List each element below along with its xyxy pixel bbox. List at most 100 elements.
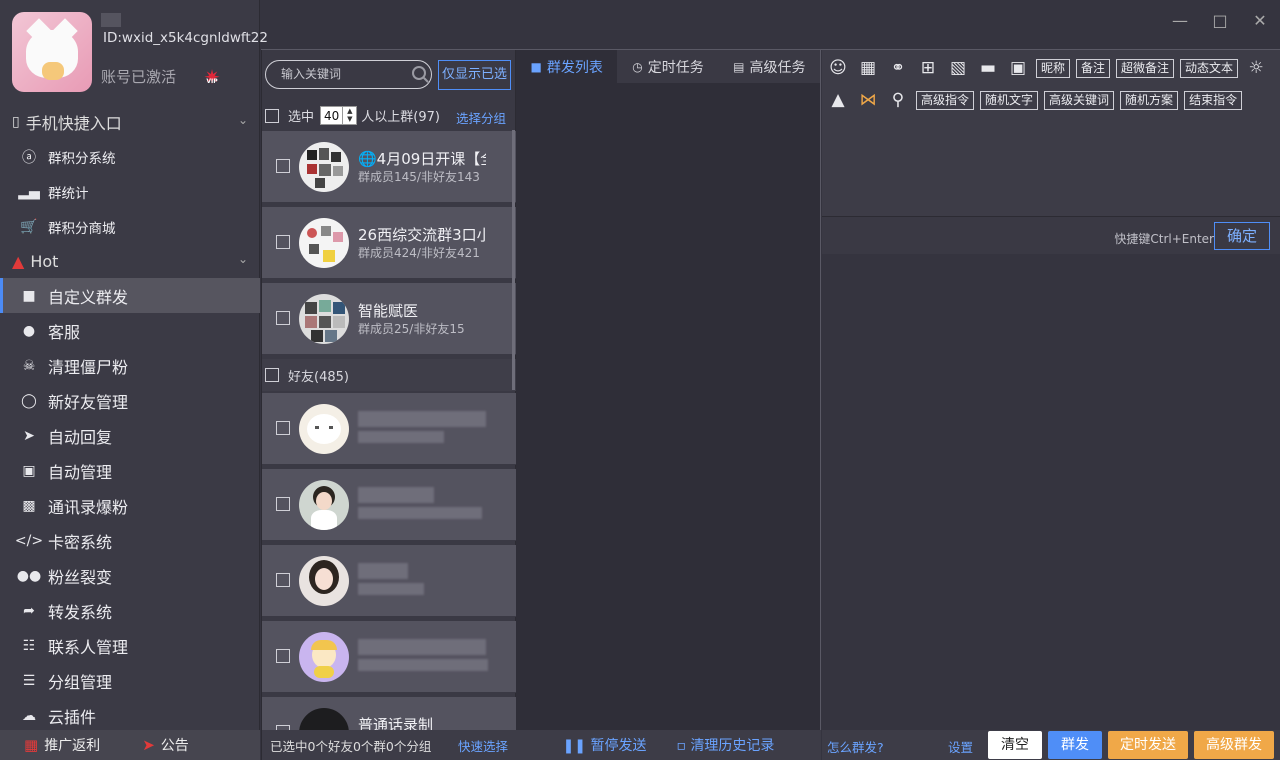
list-item[interactable] — [262, 621, 517, 693]
code-icon: </> — [14, 532, 44, 549]
bowtie-icon[interactable]: ⋈ — [856, 89, 880, 111]
sidebar-item-group-manage[interactable]: ☰ 分组管理 — [0, 663, 260, 698]
dynamic-text-button[interactable]: 动态文本 — [1180, 58, 1239, 78]
link-icon[interactable]: ⚭ — [886, 57, 910, 79]
emoji-icon[interactable]: ☺ — [826, 57, 850, 79]
friends-select-all-checkbox[interactable] — [265, 368, 279, 382]
close-icon[interactable]: ✕ — [1240, 0, 1280, 40]
image-icon[interactable]: ▦ — [856, 57, 880, 79]
end-command-button[interactable]: 结束指令 — [1184, 90, 1243, 110]
list-item[interactable]: 🌐4月09日开课【全 群成员145/非好友143 — [262, 131, 517, 203]
contact-checkbox[interactable] — [276, 421, 290, 435]
tab-broadcast-list[interactable]: ■ 群发列表 — [516, 50, 618, 83]
how-to-broadcast-link[interactable]: 怎么群发? — [827, 737, 884, 756]
sidebar-item-points-mall[interactable]: 🛒 群积分商城 — [0, 209, 260, 244]
message-textarea[interactable] — [822, 118, 1280, 216]
sidebar-item-group-stats[interactable]: ▂▄ 群统计 — [0, 174, 260, 209]
sidebar-item-forward[interactable]: ➦ 转发系统 — [0, 593, 260, 628]
list-item[interactable]: 普通话录制 — [262, 697, 517, 731]
sidebar-item-fan-fission[interactable]: ●● 粉丝裂变 — [0, 558, 260, 593]
editor-footer: 怎么群发? 设置 清空 群发 定时发送 高级群发 — [822, 730, 1280, 760]
super-remark-button[interactable]: 超微备注 — [1116, 58, 1175, 78]
tab-advanced-tasks[interactable]: ▤ 高级任务 — [719, 50, 820, 83]
add-file-icon[interactable]: ⊞ — [916, 57, 940, 79]
timed-send-button[interactable]: 定时发送 — [1108, 731, 1188, 759]
clear-button[interactable]: 清空 — [988, 731, 1042, 759]
contacts-scrollbar[interactable] — [512, 130, 515, 390]
stepper-arrows-icon[interactable]: ▲ ▼ — [342, 107, 356, 124]
notice-link[interactable]: ➤ 公告 — [142, 735, 189, 755]
editor-toolbar: ☺ ▦ ⚭ ⊞ ▧ ▬ ▣ 昵称 备注 超微备注 动态文本 ☼ ▲ ⋈ ⚲ 高级… — [822, 50, 1280, 118]
sidebar-item-contact-manage[interactable]: ☷ 联系人管理 — [0, 628, 260, 663]
sidebar-item-new-friends[interactable]: ◯ 新好友管理 — [0, 383, 260, 418]
sidebar-item-auto-manage[interactable]: ▣ 自动管理 — [0, 453, 260, 488]
list-item[interactable]: 智能赋医 群成员25/非好友15 — [262, 283, 517, 355]
pause-icon: ❚❚ — [562, 738, 587, 754]
group-members: 群成员25/非好友15 — [358, 322, 465, 336]
card-icon[interactable]: ▬ — [976, 57, 1000, 79]
minimize-icon[interactable]: — — [1160, 0, 1200, 40]
list-icon: ☰ — [22, 672, 36, 689]
tab-scheduled-tasks[interactable]: ◷ 定时任务 — [617, 50, 718, 83]
section-mobile-shortcuts[interactable]: ▯ 手机快捷入口 ⌄ — [0, 105, 260, 139]
confirm-button[interactable]: 确定 — [1214, 222, 1270, 250]
select-threshold-checkbox[interactable] — [265, 108, 279, 123]
maximize-icon[interactable]: □ — [1200, 0, 1240, 40]
search-input[interactable]: 输入关键词 — [265, 60, 432, 89]
sidebar-item-cloud-plugin[interactable]: ☁ 云插件 — [0, 698, 260, 733]
contact-share-icon[interactable]: ▣ — [1006, 57, 1030, 79]
sidebar-item-customer-service[interactable]: ● 客服 — [0, 313, 260, 348]
advanced-broadcast-button[interactable]: 高级群发 — [1194, 731, 1274, 759]
member-threshold-stepper[interactable]: 40 ▲ ▼ — [320, 106, 358, 125]
advanced-command-button[interactable]: 高级指令 — [916, 90, 975, 110]
cube-icon[interactable]: ▲ — [826, 89, 850, 111]
list-item[interactable]: 26西综交流群3口小 群成员424/非好友421 — [262, 207, 517, 279]
sidebar-item-auto-reply[interactable]: ➤ 自动回复 — [0, 418, 260, 453]
broadcast-button[interactable]: 群发 — [1048, 731, 1102, 759]
clear-history-button[interactable]: ▫ 清理历史记录 — [676, 735, 774, 755]
list-item[interactable] — [262, 545, 517, 617]
cloud-icon: ☁ — [22, 707, 36, 724]
chevron-down-icon: ⌄ — [237, 113, 248, 127]
location-pin-icon[interactable]: ⚲ — [886, 89, 910, 111]
friends-section-header[interactable]: 好友(485) — [262, 359, 517, 391]
contact-checkbox[interactable] — [276, 311, 290, 325]
contact-checkbox[interactable] — [276, 235, 290, 249]
group-avatar — [299, 142, 349, 192]
remark-button[interactable]: 备注 — [1076, 58, 1111, 78]
account-id: ID:wxid_x5k4cgnldwft22 — [103, 30, 268, 46]
share-icon: ➦ — [23, 602, 35, 619]
sidebar-item-card-key[interactable]: </> 卡密系统 — [0, 523, 260, 558]
contact-checkbox[interactable] — [276, 159, 290, 173]
redacted-info — [358, 431, 444, 443]
contact-checkbox[interactable] — [276, 649, 290, 663]
sidebar-item-group-points[interactable]: ⓐ 群积分系统 — [0, 139, 260, 174]
advanced-keyword-button[interactable]: 高级关键词 — [1044, 90, 1115, 110]
only-selected-button[interactable]: 仅显示已选 — [438, 60, 511, 90]
sidebar-item-address-book[interactable]: ▩ 通讯录爆粉 — [0, 488, 260, 523]
random-plan-button[interactable]: 随机方案 — [1120, 90, 1179, 110]
avatar[interactable] — [12, 12, 92, 92]
account-name-redacted — [101, 13, 121, 27]
pause-send-button[interactable]: ❚❚ 暂停发送 — [563, 735, 647, 755]
group-members: 群成员145/非好友143 — [358, 170, 480, 184]
folder-icon[interactable]: ▧ — [946, 57, 970, 79]
select-group-link[interactable]: 选择分组 — [456, 108, 506, 127]
mini-program-icon[interactable]: ☼ — [1244, 57, 1268, 79]
redacted-info — [358, 507, 482, 519]
quick-select-link[interactable]: 快速选择 — [458, 736, 508, 755]
list-item[interactable] — [262, 393, 517, 465]
sidebar-item-custom-broadcast[interactable]: ■ 自定义群发 — [0, 278, 260, 313]
sidebar-item-clean-zombies[interactable]: ☠ 清理僵尸粉 — [0, 348, 260, 383]
section-hot[interactable]: ▲ Hot ⌄ — [0, 244, 260, 278]
friend-avatar — [299, 632, 349, 682]
contact-checkbox[interactable] — [276, 497, 290, 511]
sidebar: ID:wxid_x5k4cgnldwft22 账号已激活 ✷ VIP ▯ 手机快捷… — [0, 0, 268, 760]
contact-checkbox[interactable] — [276, 573, 290, 587]
promo-link[interactable]: ▦ 推广返利 — [24, 735, 100, 755]
random-text-button[interactable]: 随机文字 — [980, 90, 1039, 110]
search-icon[interactable] — [412, 66, 429, 83]
nickname-button[interactable]: 昵称 — [1036, 58, 1071, 78]
settings-link[interactable]: 设置 — [948, 737, 973, 756]
list-item[interactable] — [262, 469, 517, 541]
